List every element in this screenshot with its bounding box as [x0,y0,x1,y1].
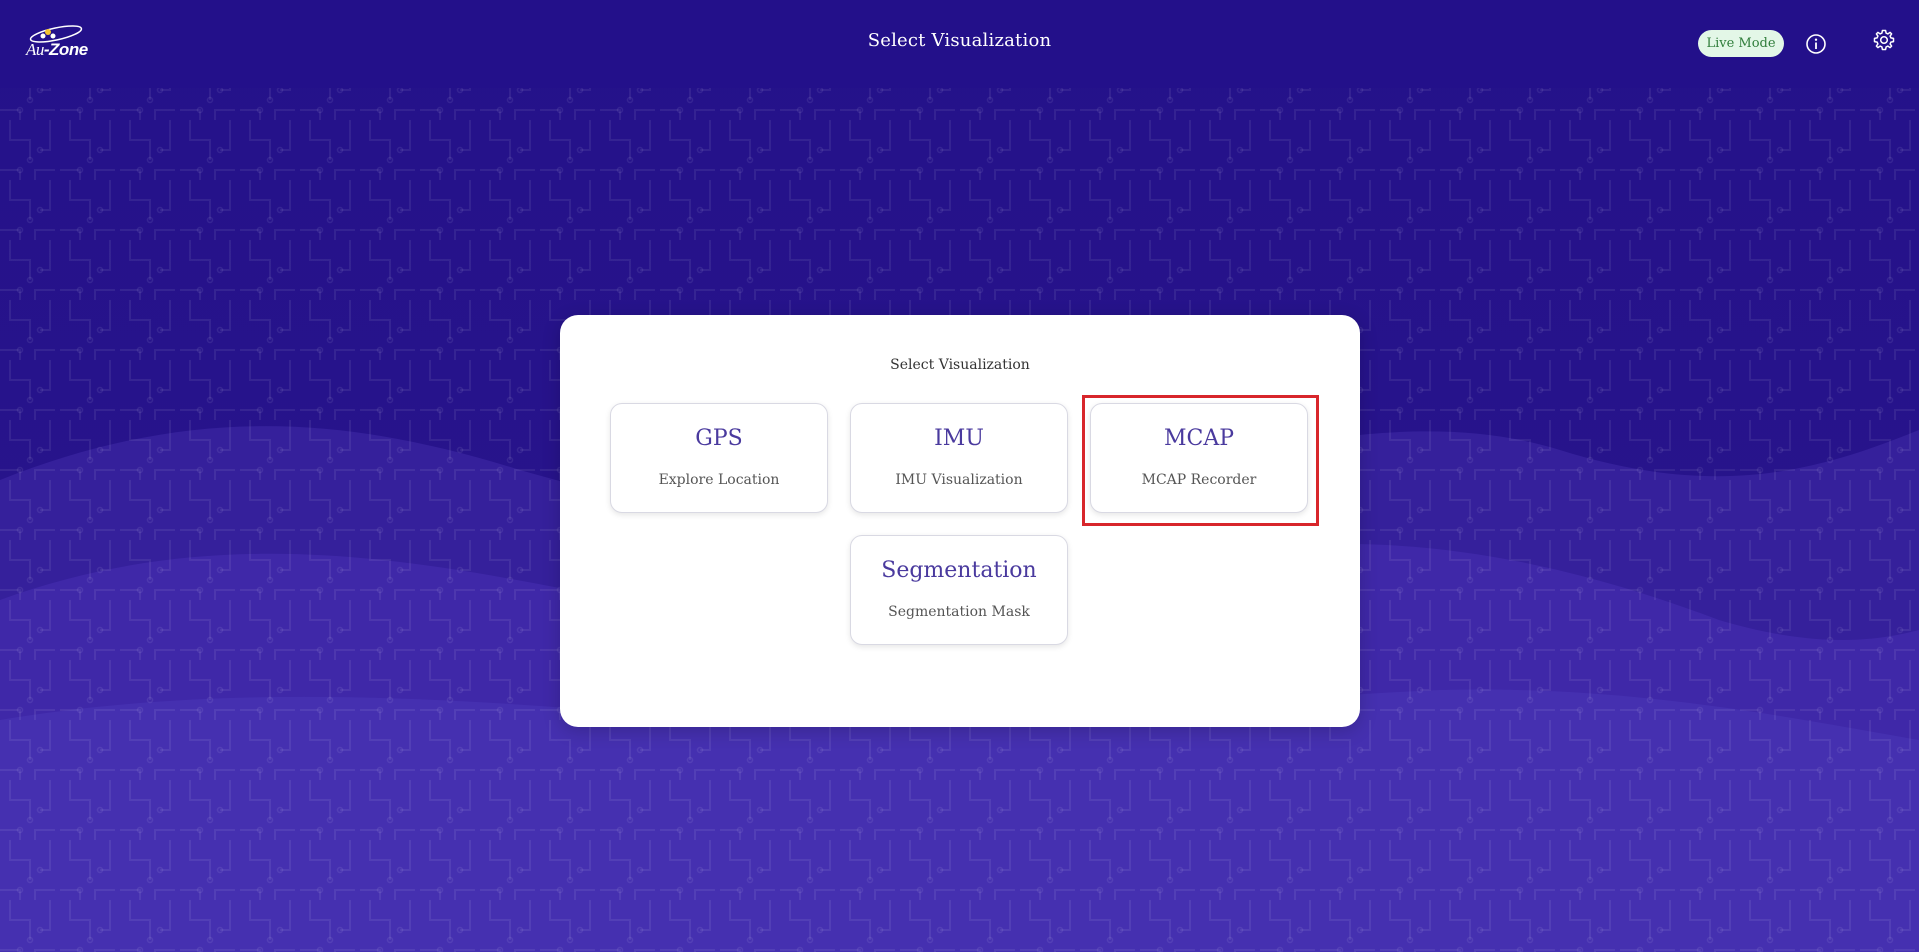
card-title: GPS [695,426,743,451]
segmentation-card[interactable]: Segmentation Segmentation Mask [850,535,1068,645]
info-icon[interactable] [1805,33,1827,55]
card-title: IMU [934,426,984,451]
visualization-panel: Select Visualization GPS Explore Locatio… [560,315,1360,727]
imu-card[interactable]: IMU IMU Visualization [850,403,1068,513]
card-title: MCAP [1163,426,1235,451]
card-subtitle: Explore Location [658,472,780,488]
page-title: Select Visualization [867,30,1052,51]
card-subtitle: IMU Visualization [895,472,1023,488]
panel-title: Select Visualization [890,357,1030,373]
app-header: Au-Zone Select Visualization Live Mode [0,0,1919,88]
card-title: Segmentation [881,558,1037,583]
gear-icon[interactable] [1872,28,1896,52]
card-subtitle: MCAP Recorder [1141,472,1257,488]
card-subtitle: Segmentation Mask [888,604,1030,620]
live-mode-button[interactable]: Live Mode [1698,30,1784,57]
gps-card[interactable]: GPS Explore Location [610,403,828,513]
mcap-card[interactable]: MCAP MCAP Recorder [1090,403,1308,513]
